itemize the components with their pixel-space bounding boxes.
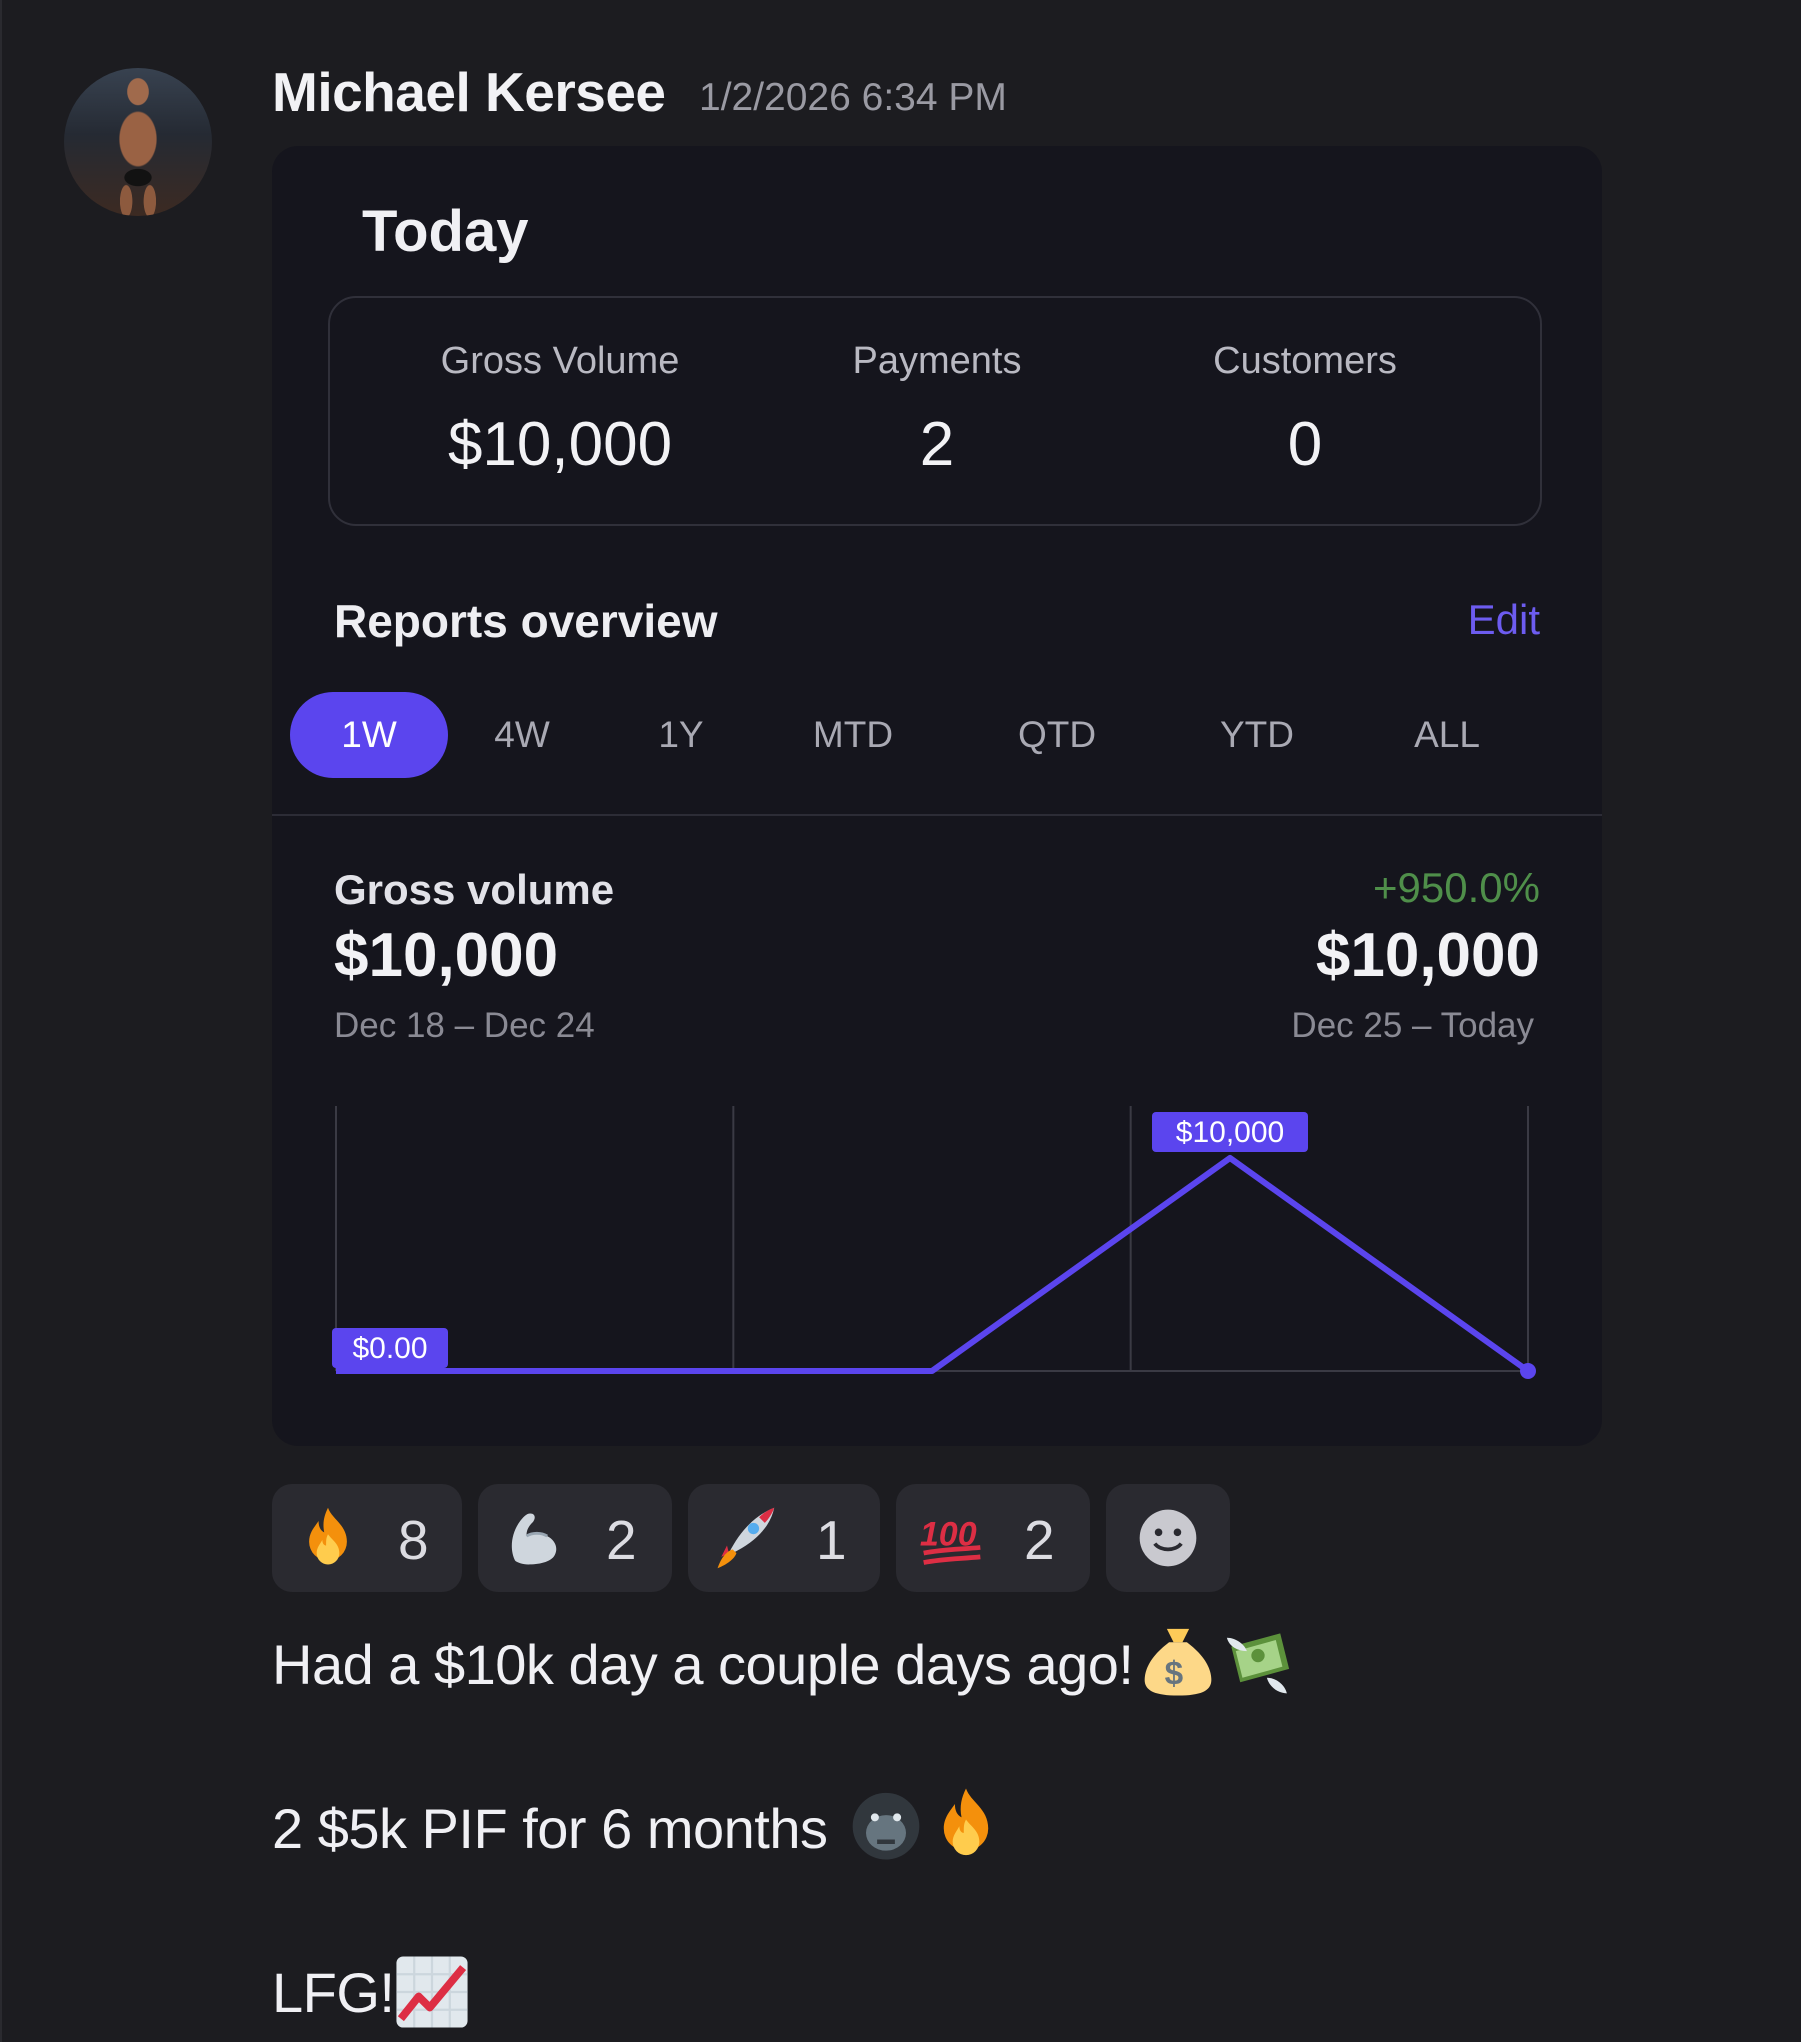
- message-text: 2 $5k PIF for 6 months: [272, 1797, 828, 1860]
- stat-label: Payments: [852, 340, 1022, 382]
- message-line-3: LFG!: [272, 1960, 395, 2025]
- gorilla-icon: [852, 1792, 920, 1860]
- fire-icon: [943, 1788, 989, 1856]
- stat-gross-volume: Gross Volume $10,000: [380, 340, 740, 480]
- message-line-2: 2 $5k PIF for 6 months: [272, 1796, 828, 1861]
- reaction-count: 8: [398, 1509, 429, 1571]
- stat-label: Customers: [1213, 340, 1397, 382]
- current-period-range: Dec 25 – Today: [1291, 1006, 1534, 1045]
- reaction-count: 2: [606, 1509, 637, 1571]
- reports-overview-title: Reports overview: [334, 595, 718, 647]
- range-tabs: 1W 4W 1Y MTD QTD YTD ALL: [290, 692, 1590, 778]
- stat-value: $10,000: [447, 410, 673, 479]
- flexed-biceps-icon: [511, 1513, 557, 1565]
- section-divider: [272, 814, 1602, 816]
- reaction-rocket[interactable]: 1: [688, 1484, 880, 1592]
- discord-message-view: Michael Kersee 1/2/2026 6:34 PM Today Gr…: [0, 0, 1801, 2042]
- edit-link[interactable]: Edit: [1468, 596, 1540, 644]
- chart-increasing-icon: [396, 1956, 468, 2028]
- previous-period-value: $10,000: [334, 921, 559, 990]
- reaction-hundred-points[interactable]: 100 2: [896, 1484, 1090, 1592]
- rocket-icon: [717, 1507, 775, 1569]
- chart-value-label: $10,000: [1176, 1116, 1284, 1149]
- smiley-icon: [1139, 1509, 1197, 1567]
- tab-1w[interactable]: 1W: [290, 692, 448, 778]
- tab-mtd[interactable]: MTD: [778, 692, 928, 778]
- money-bag-icon: $: [1144, 1628, 1212, 1696]
- message-timestamp: 1/2/2026 6:34 PM: [699, 76, 1007, 119]
- current-period-value: $10,000: [1315, 921, 1540, 990]
- author-name[interactable]: Michael Kersee: [272, 60, 666, 124]
- percent-change: +950.0%: [1373, 864, 1540, 911]
- fire-icon: [309, 1507, 347, 1565]
- tab-4w[interactable]: 4W: [462, 692, 582, 778]
- stat-payments: Payments 2: [757, 340, 1117, 480]
- chart-point: [1520, 1363, 1536, 1379]
- gross-volume-label: Gross volume: [334, 866, 615, 913]
- message-text: LFG!: [272, 1961, 395, 2024]
- stat-customers: Customers 0: [1125, 340, 1485, 480]
- stat-label: Gross Volume: [440, 340, 680, 382]
- money-with-wings-icon: [1226, 1633, 1290, 1694]
- tab-all[interactable]: ALL: [1382, 692, 1512, 778]
- stat-value: 2: [919, 410, 955, 479]
- reaction-fire[interactable]: 8: [272, 1484, 462, 1592]
- reaction-count: 2: [1024, 1509, 1055, 1571]
- message-line-1: Had a $10k day a couple days ago!: [272, 1632, 1134, 1697]
- today-stats: Gross Volume $10,000 Payments 2 Customer…: [328, 296, 1542, 526]
- reaction-flexed-biceps[interactable]: 2: [478, 1484, 672, 1592]
- add-reaction-button[interactable]: [1106, 1484, 1230, 1592]
- hundred-points-icon: 100: [920, 1516, 981, 1565]
- message-text: Had a $10k day a couple days ago!: [272, 1633, 1134, 1696]
- today-heading: Today: [362, 199, 529, 264]
- gross-volume-chart: $0.00 $10,000: [332, 1106, 1536, 1379]
- tab-ytd[interactable]: YTD: [1182, 692, 1332, 778]
- chart-value-label: $0.00: [352, 1332, 427, 1365]
- previous-period-range: Dec 18 – Dec 24: [334, 1006, 595, 1045]
- attached-image[interactable]: Today Gross Volume $10,000 Payments 2 Cu…: [272, 146, 1602, 1446]
- tab-qtd[interactable]: QTD: [982, 692, 1132, 778]
- avatar[interactable]: [64, 68, 212, 216]
- reaction-count: 1: [816, 1509, 847, 1571]
- svg-text:$: $: [1165, 1655, 1184, 1692]
- tab-1y[interactable]: 1Y: [626, 692, 736, 778]
- chart-series-line: [336, 1155, 1530, 1374]
- stat-value: 0: [1287, 410, 1323, 479]
